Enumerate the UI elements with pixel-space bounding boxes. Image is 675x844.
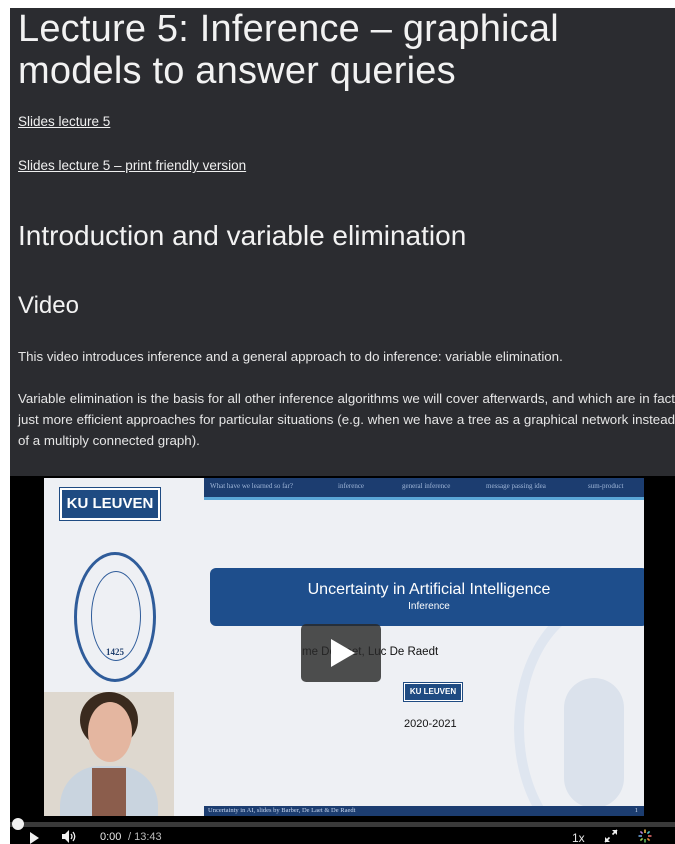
slide-title: Uncertainty in Artificial Intelligence xyxy=(307,581,551,598)
play-icon xyxy=(331,639,355,667)
topbar-item: What have we learned so far? xyxy=(210,482,293,490)
current-time: 0:00 xyxy=(100,831,122,843)
slide-footer-text: Uncertainty in AI, slides by Barber, De … xyxy=(208,807,356,814)
title-line-1: Lecture 5: Inference – graphical xyxy=(18,8,559,50)
slide-year: 2020-2021 xyxy=(404,718,457,730)
volume-icon[interactable] xyxy=(62,830,78,843)
watermark-figure xyxy=(564,678,624,808)
fullscreen-icon[interactable] xyxy=(604,829,618,844)
slides-print-link[interactable]: Slides lecture 5 – print friendly versio… xyxy=(18,158,246,173)
slide-topbar: What have we learned so far? inference g… xyxy=(204,478,644,500)
slide-subtitle: Inference xyxy=(408,601,450,612)
lecture-page: Lecture 5: Inference – graphical models … xyxy=(10,8,675,844)
video-heading: Video xyxy=(18,292,79,319)
page-title: Lecture 5: Inference – graphical models … xyxy=(18,8,675,92)
section-heading: Introduction and variable elimination xyxy=(18,220,467,251)
topbar-accent-line xyxy=(204,497,644,500)
progress-bar[interactable] xyxy=(10,818,675,830)
ku-leuven-logo: KU LEUVEN xyxy=(60,488,160,520)
elimination-paragraph: Variable elimination is the basis for al… xyxy=(18,391,675,448)
slides-link[interactable]: Slides lecture 5 xyxy=(18,114,110,129)
player-controls: 0:00 / 13:43 1x xyxy=(10,828,675,844)
video-player[interactable]: What have we learned so far? inference g… xyxy=(10,476,675,844)
presenter-face xyxy=(88,702,132,762)
play-overlay-button[interactable] xyxy=(301,624,381,682)
intro-paragraph: This video introduces inference and a ge… xyxy=(18,349,563,364)
slide-page-number: 1 xyxy=(634,807,638,814)
topbar-item: message passing idea xyxy=(486,482,546,490)
presenter-shirt xyxy=(92,768,126,816)
slide-title-box: Uncertainty in Artificial Intelligence I… xyxy=(210,568,644,626)
play-button-icon[interactable] xyxy=(30,832,39,844)
main-content: Lecture 5: Inference – graphical models … xyxy=(18,8,675,448)
slide-footer: Uncertainty in AI, slides by Barber, De … xyxy=(204,806,644,816)
playback-speed-button[interactable]: 1x xyxy=(572,831,585,844)
ku-leuven-small-logo: KU LEUVEN xyxy=(404,683,462,701)
loading-spinner-icon xyxy=(638,829,652,844)
presenter-webcam xyxy=(44,692,174,816)
seal-year: 1425 xyxy=(106,647,124,657)
duration: / 13:43 xyxy=(128,831,162,843)
title-line-2: models to answer queries xyxy=(18,50,456,92)
university-seal-icon: 1425 xyxy=(74,552,156,682)
topbar-item: general inference xyxy=(402,482,451,490)
topbar-item: sum-product xyxy=(588,482,624,490)
topbar-item: inference xyxy=(338,482,365,490)
